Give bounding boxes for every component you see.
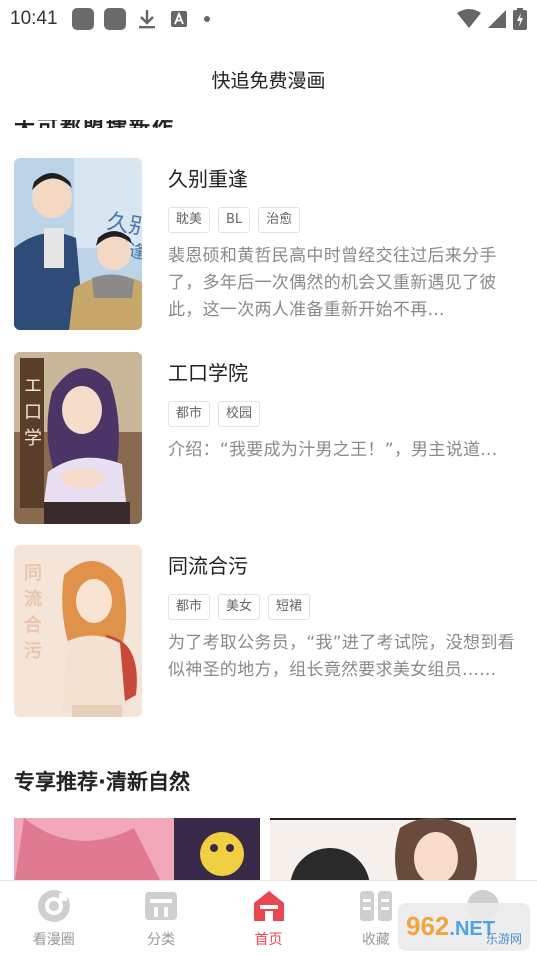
svg-text:流: 流 xyxy=(24,588,42,610)
manga-info: 久别重逢 耽美 BL 治愈 裴恩硕和黄哲民高中时曾经交往过后来分手了，多年后一次… xyxy=(168,158,522,324)
svg-text:同: 同 xyxy=(24,563,42,584)
font-notification-icon xyxy=(168,8,190,30)
manga-cover[interactable]: エ 口 学 xyxy=(14,352,142,524)
manga-tag[interactable]: 都市 xyxy=(168,594,211,620)
notification-app-icon xyxy=(71,8,94,30)
watermark-num-text: 962 xyxy=(406,910,450,941)
manga-description: 介绍：“我要成为汁男之王！”，男主说道... xyxy=(168,440,498,460)
nav-item-category[interactable]: 分类 xyxy=(107,881,214,956)
manga-title[interactable]: 工口学院 xyxy=(168,360,522,386)
manga-title[interactable]: 久别重逢 xyxy=(168,166,522,192)
manga-tag[interactable]: 校园 xyxy=(218,401,261,427)
bookshelf-icon xyxy=(359,889,393,923)
manga-list-item[interactable]: エ 口 学 工口学院 都市 校园 介绍：“我要成为汁男之王！”，男主说道... xyxy=(14,352,524,526)
app-header: 快追免费漫画 xyxy=(0,38,537,120)
manga-tag[interactable]: 治愈 xyxy=(258,207,301,233)
manga-cover[interactable]: 久别 重逢 xyxy=(14,158,142,330)
status-time: 10:41 xyxy=(10,8,58,29)
home-icon xyxy=(252,889,286,923)
recommend-card[interactable] xyxy=(14,818,260,888)
category-icon xyxy=(144,889,178,923)
manga-info: 工口学院 都市 校园 介绍：“我要成为汁男之王！”，男主说道... xyxy=(168,352,522,518)
manga-tags: 都市 美女 短裙 xyxy=(168,594,522,620)
manga-tag[interactable]: 耽美 xyxy=(168,207,211,233)
manga-tag[interactable]: 短裙 xyxy=(268,594,311,620)
manga-tag[interactable]: 都市 xyxy=(168,401,211,427)
nav-item-home[interactable]: 首页 xyxy=(215,881,322,956)
svg-text:口: 口 xyxy=(24,402,42,423)
manga-list-item[interactable]: 同 流 合 污 同流合污 都市 美女 短裙 为了考取公务员，“我”进了考试院，没… xyxy=(14,545,524,719)
svg-text:合: 合 xyxy=(24,614,43,636)
manga-description: 为了考取公务员，“我”进了考试院，没想到看似神圣的地方，组长竟然要求美女组员..… xyxy=(168,633,515,680)
battery-icon xyxy=(513,8,527,34)
circle-logo-icon xyxy=(37,889,71,923)
watermark-subtitle: 乐游网 xyxy=(485,932,522,946)
status-bar: 10:41 xyxy=(0,0,537,38)
section-title: 专享推荐·清新自然 xyxy=(14,770,190,794)
nav-item-circle[interactable]: 看漫圈 xyxy=(0,881,107,956)
nav-label: 收藏 xyxy=(361,932,390,948)
manga-tags: 都市 校园 xyxy=(168,401,522,427)
svg-text:学: 学 xyxy=(24,428,42,449)
notification-app-icon-2 xyxy=(103,8,126,30)
manga-title[interactable]: 同流合污 xyxy=(168,553,522,579)
manga-info: 同流合污 都市 美女 短裙 为了考取公务员，“我”进了考试院，没想到看似神圣的地… xyxy=(168,545,522,711)
signal-icon xyxy=(487,9,507,33)
manga-cover[interactable]: 同 流 合 污 xyxy=(14,545,142,717)
manga-tags: 耽美 BL 治愈 xyxy=(168,207,522,233)
svg-text:污: 污 xyxy=(24,641,42,662)
nav-label: 分类 xyxy=(147,932,176,948)
manga-tag[interactable]: BL xyxy=(218,207,251,233)
nav-label: 看漫圈 xyxy=(32,932,75,948)
wifi-icon xyxy=(457,9,481,33)
svg-text:エ: エ xyxy=(24,376,42,397)
manga-tag[interactable]: 美女 xyxy=(218,594,261,620)
manga-description: 裴恩硕和黄哲民高中时曾经交往过后来分手了，多年后一次偶然的机会又重新遇见了彼此，… xyxy=(168,246,497,320)
nav-label: 首页 xyxy=(254,932,283,948)
recommend-card[interactable] xyxy=(270,818,516,888)
site-watermark-logo: 962.NET 乐游网 xyxy=(398,903,530,951)
more-notifications-icon xyxy=(203,16,210,22)
app-title: 快追免费漫画 xyxy=(211,69,326,92)
download-icon xyxy=(136,8,158,30)
manga-list-item[interactable]: 久别 重逢 久别重逢 耽美 BL 治愈 裴恩硕和黄哲民高中时曾经交往过后来分手了… xyxy=(14,158,524,332)
